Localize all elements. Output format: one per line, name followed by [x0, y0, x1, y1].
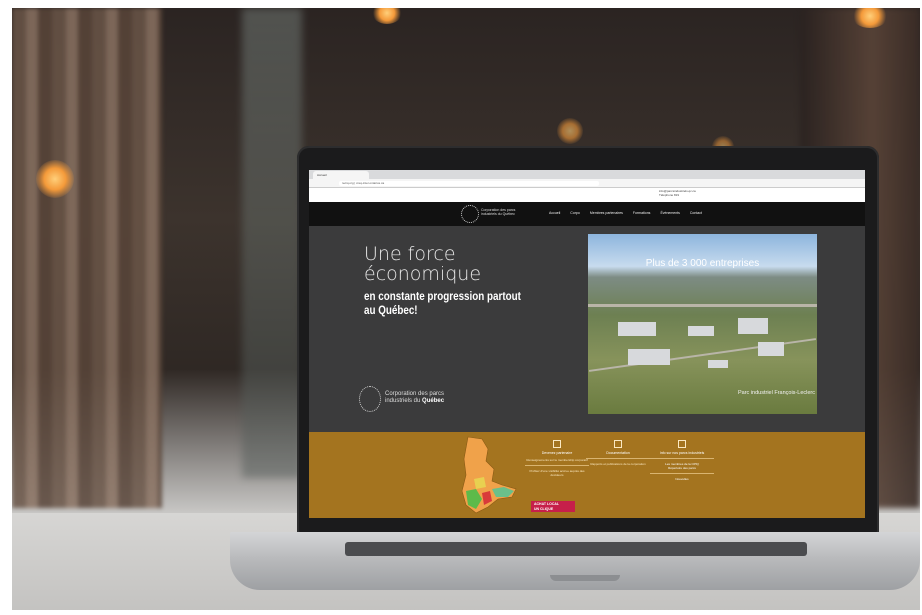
parks-icon [678, 440, 686, 448]
top-info-strip: info@parcsindustriels.qc.ca Téléphone 81… [309, 188, 865, 202]
divider [650, 473, 714, 474]
quebec-map [461, 436, 517, 514]
band-col-title: Documentation [606, 451, 630, 455]
corporation-logo-text: Corporation des parcs industriels du Qué… [385, 391, 475, 405]
band-col-text: Profitez d'une visibilité accrue auprès … [529, 469, 585, 477]
band-col-text: Renseignements sur le membership corpora… [526, 458, 588, 462]
logo-line: industriels du Québec [385, 398, 475, 405]
band-column-parks: Info sur nos parcs industriels Les membr… [650, 440, 714, 481]
browser-tab-bar: Accueil [309, 170, 865, 179]
browser-tab[interactable]: Accueil [313, 171, 369, 179]
band-col-title: Info sur nos parcs industriels [659, 451, 705, 455]
site-navigation: Corporation des parcs industriels du Qué… [309, 202, 865, 226]
nav-item[interactable]: Contact [690, 211, 702, 215]
building [738, 318, 768, 334]
browser-address-bar: reciq.org | creq-inter.ontarios.ca [309, 179, 865, 188]
achat-local-button[interactable]: ACHAT LOCAL UN CLIQUE [531, 501, 575, 512]
top-contact: info@parcsindustriels.qc.ca Téléphone 81… [659, 189, 696, 197]
partner-icon [553, 440, 561, 448]
building [708, 360, 728, 368]
band-column-partner: Devenez partenaire Renseignements sur le… [525, 440, 589, 477]
building [628, 349, 670, 365]
hero-photo-title: Plus de 3 000 entreprises [645, 258, 760, 269]
site-logo-icon[interactable] [461, 205, 479, 223]
divider [650, 458, 714, 459]
logo-line-bold: Québec [422, 398, 445, 404]
divider [525, 465, 589, 466]
bokeh-light [557, 118, 583, 144]
band-col-title: Devenez partenaire [541, 451, 573, 455]
logo-line: Corporation des parcs [385, 391, 445, 397]
nav-item[interactable]: Accueil [549, 211, 560, 215]
nav-item[interactable]: Corpo [570, 211, 580, 215]
band-link[interactable]: Nouvelles [650, 477, 714, 481]
divider [586, 458, 650, 459]
contact-phone: Téléphone 819 [659, 193, 680, 197]
band-col-text: Rapports et publications de la corporati… [590, 462, 646, 466]
laptop-base [230, 532, 920, 590]
band-column-docs: Documentation Rapports et publications d… [586, 440, 650, 466]
logo-line-part: industriels du [385, 398, 421, 404]
nav-links: Accueil Corpo Membres partenaires Format… [549, 211, 702, 215]
laptop-notch [550, 575, 620, 581]
hero-subtitle: en constante progression partout au Québ… [364, 289, 521, 317]
site-logo-text[interactable]: Corporation des parcs industriels du Qué… [481, 208, 531, 216]
lamp-light [36, 160, 74, 198]
laptop-keyboard-hinge [345, 542, 807, 556]
url-field[interactable]: reciq.org | creq-inter.ontarios.ca [339, 181, 599, 186]
hero-aerial-photo: Plus de 3 000 entreprises Parc industrie… [588, 234, 817, 414]
corporation-logo-icon [359, 386, 381, 412]
building [758, 342, 784, 356]
achat-line: UN CLIQUE [534, 506, 554, 511]
hero-title: Une force économique [364, 243, 482, 285]
window-light [242, 8, 302, 478]
road [588, 304, 817, 307]
nav-item[interactable]: Membres partenaires [590, 211, 623, 215]
document-icon [614, 440, 622, 448]
curtain [12, 8, 162, 508]
nav-item[interactable]: Événements [660, 211, 679, 215]
band-link[interactable]: Répertoire des parcs [650, 466, 714, 470]
building [618, 322, 656, 336]
nav-item[interactable]: Formations [633, 211, 651, 215]
hero-photo-caption: Parc industriel François-Leclerc [737, 390, 815, 396]
building [688, 326, 714, 336]
ceiling-light [372, 8, 402, 24]
